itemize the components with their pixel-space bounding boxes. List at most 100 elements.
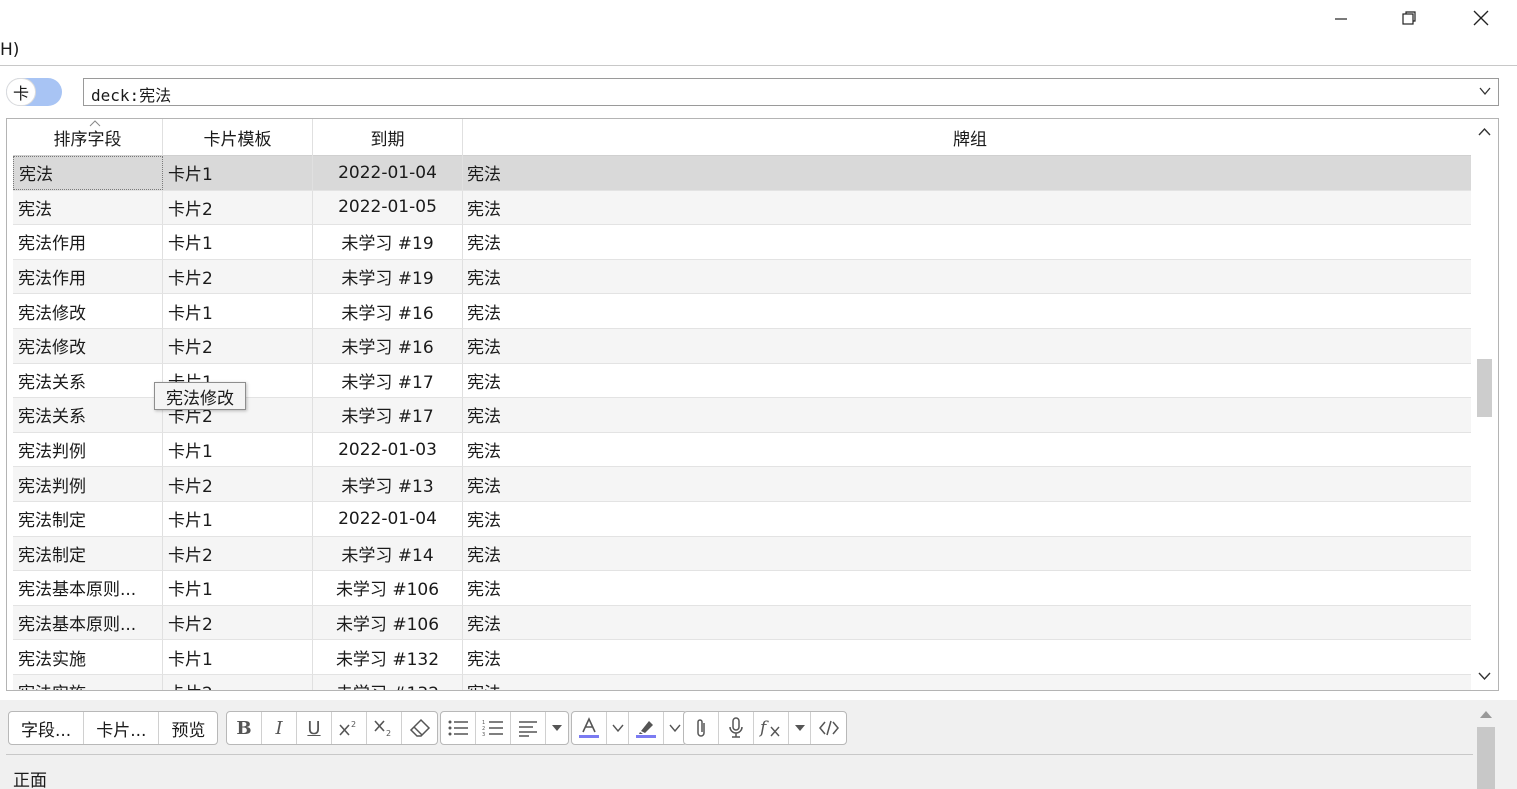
table-row[interactable]: 宪法判例 卡片2 未学习 #13 宪法 bbox=[13, 467, 1477, 502]
cell-card-template: 卡片2 bbox=[163, 259, 313, 294]
unordered-list-icon bbox=[448, 720, 468, 736]
cards-button[interactable]: 卡片... bbox=[84, 712, 160, 744]
cell-card-template: 卡片2 bbox=[163, 467, 313, 501]
caret-down-icon bbox=[552, 725, 562, 731]
table-row[interactable]: 宪法制定 卡片1 2022-01-04 宪法 bbox=[13, 501, 1477, 537]
column-header-card-template[interactable]: 卡片模板 bbox=[163, 119, 313, 156]
svg-text:2: 2 bbox=[386, 729, 391, 737]
media-button-group: f bbox=[683, 711, 847, 745]
svg-text:3: 3 bbox=[482, 732, 485, 737]
cell-due: 2022-01-04 bbox=[313, 501, 463, 536]
bold-icon: B bbox=[236, 717, 252, 739]
microphone-icon bbox=[729, 717, 743, 738]
highlight-button[interactable] bbox=[629, 712, 664, 744]
mode-toggle[interactable]: 卡 bbox=[6, 78, 62, 106]
scroll-up-icon[interactable] bbox=[1478, 127, 1491, 137]
scrollbar-thumb[interactable] bbox=[1477, 727, 1495, 789]
restore-icon bbox=[1402, 11, 1416, 25]
text-color-button[interactable] bbox=[572, 712, 607, 744]
scroll-up-icon[interactable] bbox=[1480, 710, 1492, 718]
preview-button[interactable]: 预览 bbox=[159, 712, 217, 744]
cell-card-template: 卡片1 bbox=[163, 294, 313, 328]
ordered-list-button[interactable]: 123 bbox=[476, 712, 511, 744]
column-header-due[interactable]: 到期 bbox=[313, 119, 463, 156]
table-row[interactable]: 宪法作用 卡片1 未学习 #19 宪法 bbox=[13, 225, 1477, 260]
text-color-dropdown[interactable] bbox=[607, 712, 629, 744]
clear-format-button[interactable] bbox=[402, 712, 437, 744]
editor-panel: 字段... 卡片... 预览 B I U 2 2 123 f 正面 bbox=[0, 700, 1517, 789]
close-button[interactable] bbox=[1446, 0, 1516, 36]
cell-deck: 宪法 bbox=[467, 615, 501, 636]
menu-bar: H) bbox=[0, 36, 1517, 66]
cell-deck: 宪法 bbox=[463, 675, 1477, 690]
cell-due: 未学习 #13 bbox=[313, 467, 463, 501]
cell-deck: 宪法 bbox=[467, 580, 501, 601]
table-row[interactable]: 宪法实施 卡片1 未学习 #132 宪法 bbox=[13, 640, 1477, 675]
table-row[interactable]: 宪法基本原则... 卡片2 未学习 #106 宪法 bbox=[13, 605, 1477, 641]
cell-deck: 宪法 bbox=[467, 545, 501, 566]
minimize-button[interactable] bbox=[1306, 0, 1376, 36]
chevron-down-icon bbox=[669, 724, 681, 732]
table-row[interactable]: 宪法基本原则... 卡片1 未学习 #106 宪法 bbox=[13, 571, 1477, 606]
column-header-sort-field[interactable]: 排序字段 bbox=[13, 119, 163, 156]
table-scrollbar[interactable] bbox=[1471, 119, 1498, 690]
cell-card-template: 卡片1 bbox=[163, 640, 313, 674]
subscript-button[interactable]: 2 bbox=[367, 712, 402, 744]
bold-button[interactable]: B bbox=[227, 712, 262, 744]
table-row[interactable]: 宪法修改 卡片2 未学习 #16 宪法 bbox=[13, 328, 1477, 364]
cell-sort-field: 宪法 bbox=[13, 190, 163, 225]
search-input[interactable]: deck:宪法 bbox=[83, 78, 1499, 106]
table-row[interactable]: 宪法实施卡片2未学习 #132宪法 bbox=[13, 674, 1477, 690]
close-icon bbox=[1473, 10, 1489, 26]
table-row[interactable]: 宪法判例 卡片1 2022-01-03 宪法 bbox=[13, 432, 1477, 468]
cell-card-template: 卡片2 bbox=[163, 536, 313, 571]
table-row[interactable]: 宪法修改 卡片1 未学习 #16 宪法 bbox=[13, 294, 1477, 329]
cell-due: 未学习 #16 bbox=[313, 328, 463, 363]
fields-button[interactable]: 字段... bbox=[9, 712, 85, 744]
record-audio-button[interactable] bbox=[719, 712, 754, 744]
menu-item-help[interactable]: H) bbox=[0, 40, 19, 60]
underline-button[interactable]: U bbox=[297, 712, 332, 744]
chevron-down-icon[interactable] bbox=[1478, 84, 1492, 98]
scroll-down-icon[interactable] bbox=[1478, 671, 1491, 681]
equation-dropdown[interactable] bbox=[789, 712, 811, 744]
cell-deck: 宪法 bbox=[467, 407, 501, 428]
editor-scrollbar[interactable] bbox=[1475, 700, 1497, 789]
function-icon: f bbox=[759, 718, 780, 738]
table-row[interactable]: 宪法 卡片2 2022-01-05 宪法 bbox=[13, 190, 1477, 226]
cell-sort-field: 宪法 bbox=[13, 156, 163, 190]
underline-icon: U bbox=[307, 717, 321, 739]
restore-button[interactable] bbox=[1374, 0, 1444, 36]
sort-ascending-icon bbox=[89, 120, 101, 127]
superscript-button[interactable]: 2 bbox=[332, 712, 367, 744]
cell-deck: 宪法 bbox=[467, 476, 501, 497]
cell-due: 未学习 #106 bbox=[313, 571, 463, 605]
attachment-icon bbox=[697, 719, 705, 737]
italic-button[interactable]: I bbox=[262, 712, 297, 744]
unordered-list-button[interactable] bbox=[441, 712, 476, 744]
list-button-group: 123 bbox=[440, 711, 569, 745]
search-query: deck:宪法 bbox=[91, 86, 172, 105]
equation-button[interactable]: f bbox=[754, 712, 789, 744]
cell-deck: 宪法 bbox=[467, 338, 501, 359]
code-icon bbox=[818, 720, 839, 736]
attach-button[interactable] bbox=[684, 712, 719, 744]
cell-card-template: 卡片2 bbox=[163, 674, 313, 690]
cell-due: 未学习 #132 bbox=[313, 640, 463, 674]
table-header: 排序字段 卡片模板 到期 牌组 bbox=[13, 119, 1477, 156]
column-header-deck[interactable]: 牌组 bbox=[463, 119, 1477, 156]
highlight-icon bbox=[636, 721, 656, 738]
html-editor-button[interactable] bbox=[811, 712, 846, 744]
table-row[interactable]: 宪法作用 卡片2 未学习 #19 宪法 bbox=[13, 259, 1477, 295]
cell-due: 未学习 #17 bbox=[313, 398, 463, 432]
cell-due: 2022-01-03 bbox=[313, 432, 463, 467]
align-button[interactable] bbox=[511, 712, 546, 744]
cell-sort-field: 宪法制定 bbox=[13, 536, 163, 571]
scrollbar-thumb[interactable] bbox=[1477, 359, 1492, 417]
align-dropdown[interactable] bbox=[546, 712, 568, 744]
cell-due: 2022-01-05 bbox=[313, 190, 463, 225]
table-row[interactable]: 宪法 卡片1 2022-01-04 宪法 bbox=[13, 156, 1477, 191]
browser-window: H) 卡 deck:宪法 排序字段 卡片模板 到期 牌组 宪法 卡片1 2022-0… bbox=[0, 0, 1517, 789]
cell-sort-field: 宪法实施 bbox=[13, 640, 163, 674]
table-row[interactable]: 宪法制定 卡片2 未学习 #14 宪法 bbox=[13, 536, 1477, 572]
